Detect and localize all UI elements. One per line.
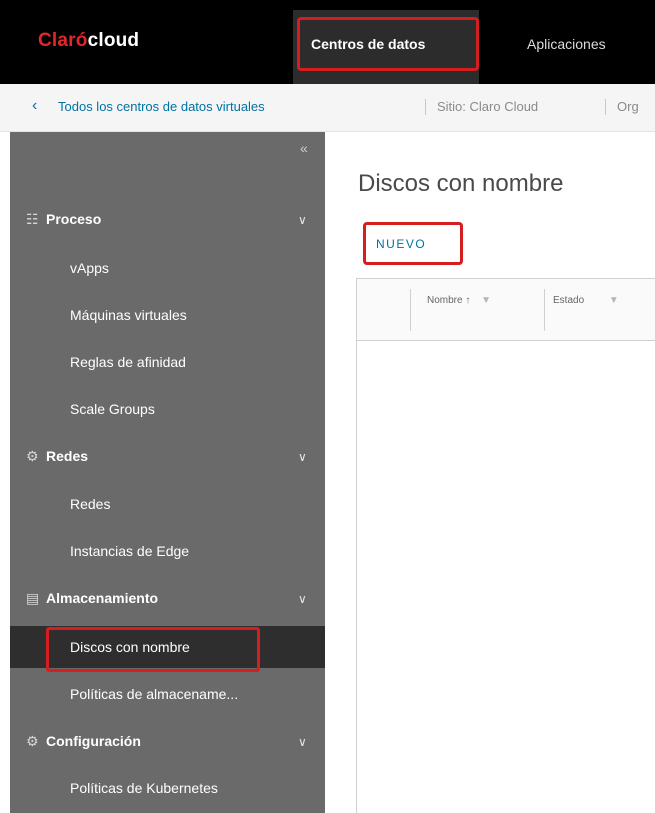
gear-icon: ⚙ (26, 733, 39, 749)
storage-icon: ▤ (26, 590, 40, 606)
column-divider (410, 289, 411, 331)
sidebar-item-instancias-de-edge[interactable]: Instancias de Edge (70, 543, 189, 559)
column-divider (544, 289, 545, 331)
data-grid: Nombre ↑ ▼ Estado ▼ (356, 278, 655, 813)
claro-cloud-logo[interactable]: Clarócloud (38, 30, 139, 52)
network-icon: ⚙ (26, 448, 39, 464)
breadcrumb-divider (425, 99, 426, 115)
grid-header: Nombre ↑ ▼ Estado ▼ (357, 279, 655, 341)
sidebar-item-maquinas-virtuales[interactable]: Máquinas virtuales (70, 307, 187, 323)
nav-tab-aplicaciones[interactable]: Aplicaciones (527, 36, 606, 52)
chevron-down-icon[interactable]: ∨ (298, 213, 307, 227)
breadcrumb-site: Sitio: Claro Cloud (437, 99, 539, 114)
sidebar-item-politicas-de-kubernetes[interactable]: Políticas de Kubernetes (70, 780, 218, 796)
sidebar-item-vapps[interactable]: vApps (70, 260, 109, 276)
top-header: Clarócloud Centros de datos Aplicaciones (0, 0, 655, 84)
sidebar: « ☷ Proceso ∨ vApps Máquinas virtuales Re… (10, 132, 325, 813)
active-item-highlight-box (46, 627, 260, 672)
chevron-down-icon[interactable]: ∨ (298, 450, 307, 464)
column-header-nombre[interactable]: Nombre ↑ ▼ (427, 295, 491, 306)
sidebar-item-reglas-de-afinidad[interactable]: Reglas de afinidad (70, 354, 186, 370)
grid-icon: ☷ (26, 211, 39, 227)
breadcrumb: ‹ Todos los centros de datos virtuales S… (0, 84, 655, 132)
sidebar-group-redes[interactable]: ⚙ Redes (26, 448, 88, 465)
breadcrumb-all-vdcs-link[interactable]: Todos los centros de datos virtuales (58, 99, 265, 114)
chevron-down-icon[interactable]: ∨ (298, 735, 307, 749)
chevron-left-icon[interactable]: ‹ (32, 97, 37, 115)
breadcrumb-org: Org (617, 99, 639, 114)
page-title: Discos con nombre (358, 170, 564, 197)
collapse-sidebar-icon[interactable]: « (300, 140, 308, 156)
sidebar-item-politicas-de-almacenamiento[interactable]: Políticas de almacename... (70, 686, 238, 702)
sidebar-group-configuracion[interactable]: ⚙ Configuración (26, 733, 141, 750)
column-header-estado[interactable]: Estado ▼ (553, 295, 619, 306)
breadcrumb-divider (605, 99, 606, 115)
chevron-down-icon[interactable]: ∨ (298, 592, 307, 606)
sidebar-item-redes[interactable]: Redes (70, 496, 110, 512)
nav-tab-centros-de-datos[interactable]: Centros de datos (311, 36, 425, 52)
new-button[interactable]: NUEVO (363, 222, 463, 265)
new-button-label: NUEVO (376, 237, 427, 251)
sidebar-item-scale-groups[interactable]: Scale Groups (70, 401, 155, 417)
filter-icon[interactable]: ▼ (481, 295, 491, 306)
sidebar-group-almacenamiento[interactable]: ▤ Almacenamiento (26, 590, 158, 607)
filter-icon[interactable]: ▼ (609, 295, 619, 306)
sidebar-group-proceso[interactable]: ☷ Proceso (26, 211, 101, 228)
